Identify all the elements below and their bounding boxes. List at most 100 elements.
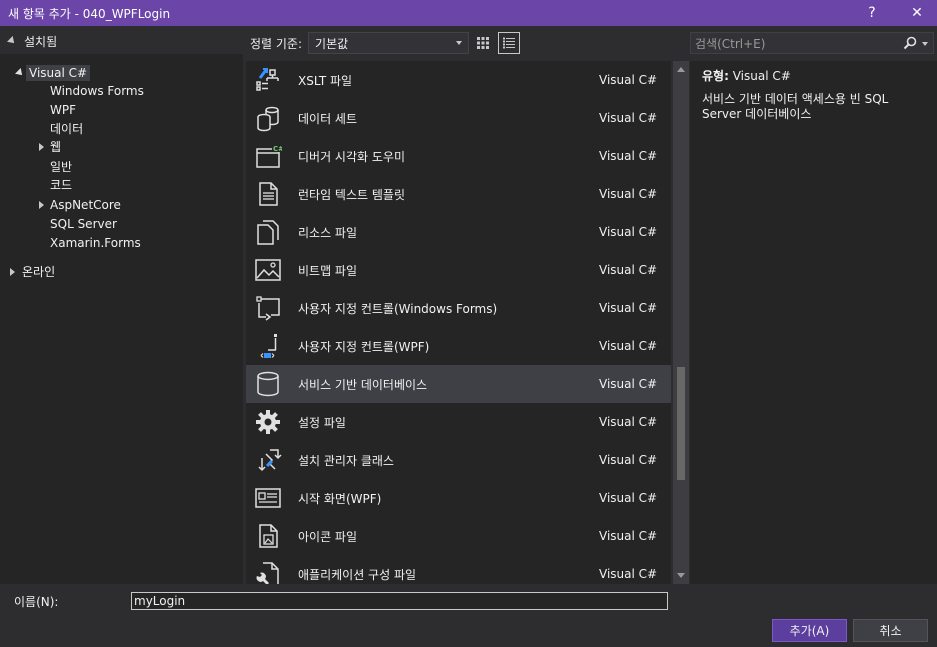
tree-item-code[interactable]: 코드 [50,175,72,194]
collapsed-triangle-icon[interactable] [35,200,47,209]
list-item-icon-file[interactable]: 아이콘 파일 Visual C# [246,517,671,555]
tree-item-wpf[interactable]: WPF [50,100,76,119]
list-scrollbar[interactable] [673,61,689,584]
list-item-splash-screen[interactable]: 시작 화면(WPF) Visual C# [246,479,671,517]
title-bar: 새 항목 추가 - 040_WPFLogin ? ✕ [0,0,937,26]
settings-gear-icon [256,410,280,434]
tree-item-xamarin-forms[interactable]: Xamarin.Forms [50,233,141,252]
debugger-visualizer-icon: C# [256,144,282,168]
list-item-settings-file[interactable]: 설정 파일 Visual C# [246,403,671,441]
template-type: Visual C# [599,339,658,353]
tree-header-installed[interactable]: 설치됨 [0,28,243,54]
tree-item-label: WPF [50,102,77,117]
tree-item-label: AspNetCore [50,197,121,212]
scroll-thumb[interactable] [677,367,685,480]
list-view-button[interactable] [498,32,520,54]
template-type: Visual C# [599,263,658,277]
scroll-up-arrow-icon[interactable] [677,67,685,72]
template-name: 서비스 기반 데이터베이스 [298,377,428,392]
tree-header-label: 설치됨 [24,34,58,49]
template-type: Visual C# [599,301,658,315]
name-label: 이름(N): [14,595,59,609]
splash-screen-icon [255,488,281,508]
sort-label: 정렬 기준: [250,36,303,51]
tree-item-label: 코드 [50,178,73,192]
help-button[interactable]: ? [855,0,889,26]
wpf-control-icon [260,334,277,358]
search-placeholder: 검색(Ctrl+E) [695,36,766,51]
icon-file-icon [259,524,278,548]
template-type: Visual C# [599,377,658,391]
template-type: Visual C# [599,149,658,163]
list-item-resource-file[interactable]: 리소스 파일 Visual C# [246,213,671,251]
template-name: 리소스 파일 [298,225,358,240]
tree-item-data[interactable]: 데이터 [50,119,83,138]
expanded-triangle-icon [14,67,26,78]
name-input[interactable] [131,592,668,610]
template-type: Visual C# [599,225,658,239]
tree-item-web[interactable]: 웹 [35,137,61,156]
sort-dropdown[interactable]: 기본값 [308,32,470,54]
add-button[interactable]: 추가(A) [772,619,847,642]
collapsed-triangle-icon[interactable] [35,142,47,151]
template-name: 디버거 시각화 도우미 [298,149,405,164]
sort-toolbar: 정렬 기준: 기본값 [246,30,520,56]
cancel-button[interactable]: 취소 [853,619,928,642]
tree-item-label: Visual C# [26,64,91,81]
dataset-icon [257,106,279,132]
chevron-down-icon[interactable] [922,42,928,46]
list-item-debugger-visualizer[interactable]: C# 디버거 시각화 도우미 Visual C# [246,137,671,175]
template-name: 사용자 지정 컨트롤(WPF) [298,339,430,354]
template-name: 아이콘 파일 [298,529,358,544]
search-icon[interactable] [903,36,917,50]
tree-item-general[interactable]: 일반 [50,157,72,176]
tree-item-windows-forms[interactable]: Windows Forms [50,81,144,100]
template-type: Visual C# [599,491,658,505]
chevron-down-icon [456,41,463,45]
window-title: 새 항목 추가 - 040_WPFLogin [8,6,171,21]
tree-item-sql-server[interactable]: SQL Server [50,214,117,233]
tree-item-online[interactable]: 온라인 [6,262,55,281]
expanded-triangle-icon [7,36,17,46]
search-input[interactable]: 검색(Ctrl+E) [690,32,934,54]
template-type: Visual C# [599,73,658,87]
installer-class-icon [258,449,282,472]
tree-item-label: SQL Server [50,216,117,231]
list-item-xslt[interactable]: XSLT 파일 Visual C# [246,61,671,99]
list-item-installer-class[interactable]: 설치 관리자 클래스 Visual C# [246,441,671,479]
tree-item-label: Xamarin.Forms [50,235,141,250]
close-button[interactable]: ✕ [900,0,934,26]
detail-type: 유형: Visual C# [702,67,925,84]
tree-item-label: 온라인 [22,265,56,279]
detail-type-label: 유형: [702,69,729,83]
bitmap-icon [255,259,281,281]
app-config-icon [256,562,279,584]
tree-item-visual-csharp[interactable]: Visual C# [14,63,91,82]
template-name: 시작 화면(WPF) [298,491,382,506]
template-name: 애플리케이션 구성 파일 [298,567,417,582]
detail-description: 서비스 기반 데이터 액세스용 빈 SQL Server 데이터베이스 [702,92,889,121]
grid-view-icon [477,37,489,49]
template-name: 사용자 지정 컨트롤(Windows Forms) [298,301,498,316]
list-item-dataset[interactable]: 데이터 세트 Visual C# [246,99,671,137]
list-item-bitmap[interactable]: 비트맵 파일 Visual C# [246,251,671,289]
list-view-icon [503,37,515,49]
template-type: Visual C# [599,187,658,201]
grid-view-button[interactable] [472,32,494,54]
tree-item-label: 일반 [50,160,73,174]
tree-item-aspnetcore[interactable]: AspNetCore [35,195,121,214]
template-type: Visual C# [599,415,658,429]
scroll-down-arrow-icon[interactable] [677,573,685,578]
list-item-app-config[interactable]: 애플리케이션 구성 파일 Visual C# [246,555,671,584]
list-item-custom-control-winforms[interactable]: 사용자 지정 컨트롤(Windows Forms) Visual C# [246,289,671,327]
list-item-custom-control-wpf[interactable]: 사용자 지정 컨트롤(WPF) Visual C# [246,327,671,365]
list-item-text-template[interactable]: 런타임 텍스트 템플릿 Visual C# [246,175,671,213]
tree-item-label: 웹 [50,140,62,154]
resource-file-icon [257,220,279,245]
detail-type-value: Visual C# [732,69,791,83]
list-item-service-database[interactable]: 서비스 기반 데이터베이스 Visual C# [246,365,671,403]
category-tree: 설치됨 Visual C# Windows Forms WPF 데이터 웹 일반… [0,28,243,584]
template-type: Visual C# [599,453,658,467]
template-type: Visual C# [599,567,658,581]
collapsed-triangle-icon[interactable] [6,267,18,276]
